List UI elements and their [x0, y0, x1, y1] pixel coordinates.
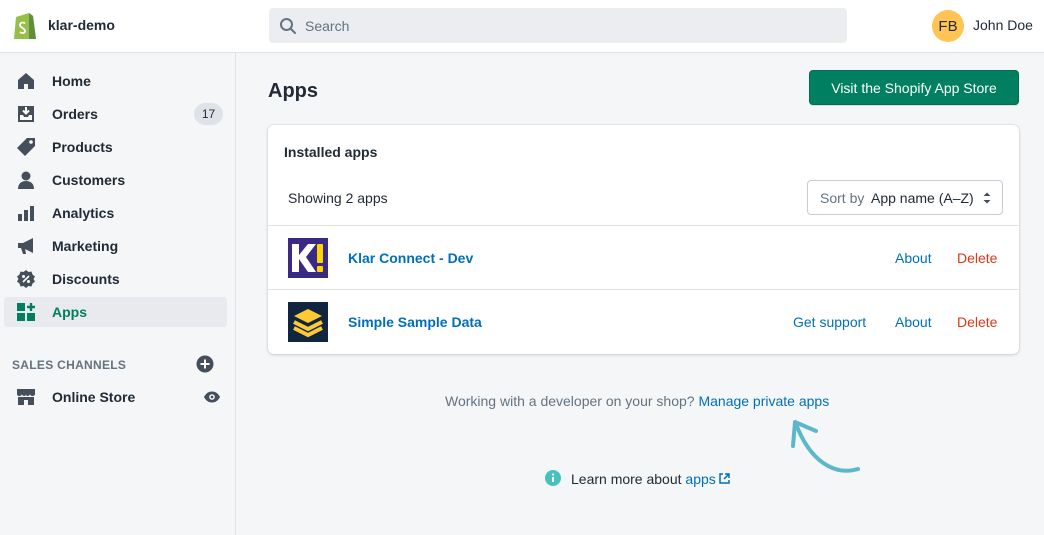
learn-more-text: Learn more about apps	[571, 471, 730, 487]
sidebar-item-label: Apps	[52, 304, 87, 320]
sidebar: Home Orders 17 Products Customers Analyt…	[0, 53, 236, 535]
store-name[interactable]: klar-demo	[48, 17, 115, 33]
card-title: Installed apps	[284, 144, 378, 160]
about-link[interactable]: About	[895, 250, 932, 266]
app-count: Showing 2 apps	[288, 190, 388, 206]
user-menu[interactable]: FB John Doe	[924, 0, 1044, 53]
sidebar-item-label: Online Store	[52, 389, 136, 405]
klar-app-icon	[288, 238, 328, 278]
about-link[interactable]: About	[895, 314, 932, 330]
orders-icon	[18, 106, 34, 122]
sidebar-item-online-store[interactable]: Online Store	[4, 382, 227, 412]
sidebar-item-label: Analytics	[52, 205, 115, 221]
get-support-link[interactable]: Get support	[793, 314, 866, 330]
megaphone-icon	[18, 238, 33, 254]
delete-link[interactable]: Delete	[957, 314, 997, 330]
sidebar-item-analytics[interactable]: Analytics	[4, 198, 227, 228]
sample-data-app-icon	[288, 302, 328, 342]
home-icon	[18, 73, 34, 89]
learn-more-apps-label: apps	[685, 471, 716, 487]
delete-link[interactable]: Delete	[957, 250, 997, 266]
sidebar-item-label: Products	[52, 139, 113, 155]
app-name-link[interactable]: Simple Sample Data	[348, 314, 482, 330]
sales-channels-heading: SALES CHANNELS	[12, 358, 127, 372]
sidebar-item-label: Customers	[52, 172, 126, 188]
select-caret-icon	[983, 192, 991, 204]
add-channel-icon[interactable]	[196, 355, 214, 373]
discount-icon	[17, 270, 35, 288]
app-name-link[interactable]: Klar Connect - Dev	[348, 250, 473, 266]
top-bar: klar-demo FB John Doe	[0, 0, 1044, 53]
person-icon	[18, 171, 34, 189]
sidebar-item-orders[interactable]: Orders 17	[4, 99, 227, 129]
shopify-logo-icon[interactable]	[12, 11, 38, 41]
sort-select[interactable]: Sort by App name (A–Z)	[807, 180, 1003, 215]
app-row: Klar Connect - Dev About Delete	[268, 225, 1019, 289]
sort-prefix: Sort by	[820, 190, 865, 206]
sidebar-item-apps[interactable]: Apps	[4, 297, 227, 327]
manage-private-apps-link[interactable]: Manage private apps	[698, 393, 829, 409]
sidebar-item-products[interactable]: Products	[4, 132, 227, 162]
search-input[interactable]	[305, 8, 835, 43]
developer-hint: Working with a developer on your shop? M…	[445, 393, 829, 409]
page-title: Apps	[268, 80, 318, 102]
sidebar-item-label: Discounts	[52, 271, 120, 287]
sidebar-item-label: Home	[52, 73, 91, 89]
search-bar[interactable]	[269, 8, 847, 43]
curved-arrow-annotation	[791, 420, 860, 473]
bar-chart-icon	[18, 206, 34, 221]
info-icon	[545, 470, 561, 486]
orders-count-badge: 17	[194, 103, 223, 125]
avatar[interactable]: FB	[932, 10, 964, 42]
sidebar-item-discounts[interactable]: Discounts	[4, 264, 227, 294]
sidebar-item-label: Marketing	[52, 238, 119, 254]
learn-more-apps-link[interactable]: apps	[685, 471, 730, 487]
sidebar-item-marketing[interactable]: Marketing	[4, 231, 227, 261]
search-icon	[280, 18, 296, 34]
app-row: Simple Sample Data Get support About Del…	[268, 289, 1019, 354]
eye-icon[interactable]	[203, 388, 221, 406]
store-icon	[17, 389, 35, 405]
learn-more-prefix: Learn more about	[571, 471, 682, 487]
user-name[interactable]: John Doe	[973, 17, 1033, 33]
apps-icon	[17, 303, 35, 321]
sidebar-item-label: Orders	[52, 106, 98, 122]
tag-icon	[17, 138, 35, 156]
sidebar-item-home[interactable]: Home	[4, 66, 227, 96]
sidebar-item-customers[interactable]: Customers	[4, 165, 227, 195]
developer-hint-text: Working with a developer on your shop?	[445, 393, 695, 409]
installed-apps-card: Installed apps Showing 2 apps Sort by Ap…	[268, 125, 1019, 354]
visit-app-store-button[interactable]: Visit the Shopify App Store	[809, 70, 1019, 105]
sort-value: App name (A–Z)	[871, 190, 974, 206]
external-link-icon	[719, 473, 730, 484]
